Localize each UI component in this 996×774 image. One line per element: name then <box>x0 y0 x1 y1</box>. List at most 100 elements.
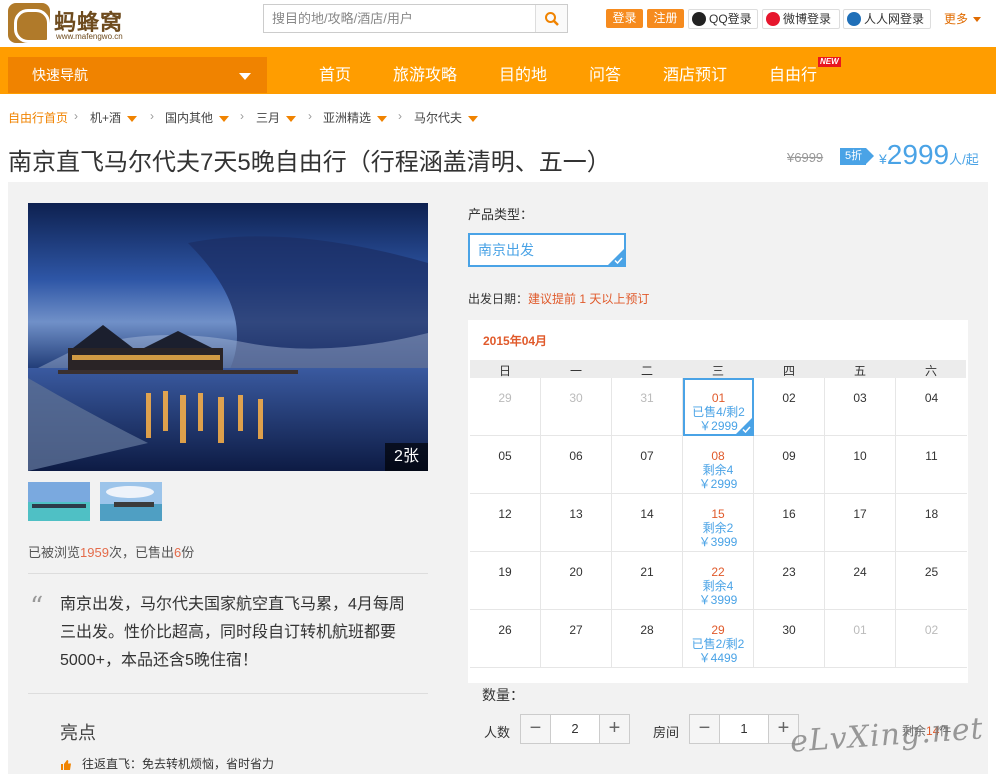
original-price: ¥6999 <box>787 150 824 165</box>
breadcrumb-domestic-other[interactable]: 国内其他 <box>165 109 230 126</box>
day-price: ￥3999 <box>698 593 738 607</box>
breadcrumb-flight-hotel[interactable]: 机+酒 <box>90 109 138 126</box>
calendar-day: 05 <box>470 436 541 494</box>
quick-nav-dropdown[interactable]: 快速导航 <box>8 57 267 93</box>
thumbnail-image <box>28 482 90 521</box>
day-price: ￥4499 <box>698 651 738 665</box>
breadcrumb-march[interactable]: 三月 <box>256 109 297 126</box>
site-logo[interactable]: 蚂蜂窝 www.mafengwo.cn <box>8 3 133 43</box>
rooms-decrease-button[interactable]: − <box>690 715 720 743</box>
photo-count-badge[interactable]: 2张 <box>385 443 428 471</box>
day-number: 04 <box>924 391 939 405</box>
product-title: 南京直飞马尔代夫7天5晚自由行（行程涵盖清明、五一） <box>8 149 611 176</box>
day-availability: 已售2/剩2 <box>691 637 745 651</box>
calendar-day: 26 <box>470 610 541 668</box>
day-number: 28 <box>640 623 654 637</box>
search-button[interactable] <box>535 5 567 32</box>
weekday-label: 六 <box>924 364 937 378</box>
calendar-day-available[interactable]: 29 已售2/剩2 ￥4499 <box>683 610 754 668</box>
price-currency: ¥ <box>879 151 887 167</box>
login-button[interactable]: 登录 <box>606 9 643 28</box>
calendar-day-available[interactable]: 01 已售4/剩2 ￥2999 <box>683 378 754 436</box>
nav-item-free-travel[interactable]: 自由行 <box>769 61 817 85</box>
register-button[interactable]: 注册 <box>647 9 684 28</box>
product-type-option-nanjing[interactable]: 南京出发 <box>468 233 626 267</box>
product-description: 南京出发，马尔代夫国家航空直飞马累，4月每周三出发。性价比超高，同时段自订转机航… <box>60 596 405 669</box>
product-panel: 2张 已被浏览1959次，已售出6份 “ 南京出发，马尔代夫国家航空直飞马累，4… <box>8 182 988 774</box>
nav-item-guides[interactable]: 旅游攻略 <box>393 61 457 85</box>
breadcrumb-asia-picks[interactable]: 亚洲精选 <box>323 109 388 126</box>
calendar-day: 30 <box>541 378 612 436</box>
day-availability: 已售4/剩2 <box>692 405 745 419</box>
renren-login-button[interactable]: 人人网登录 <box>843 9 931 29</box>
calendar-day-available[interactable]: 15 剩余2 ￥3999 <box>683 494 754 552</box>
thumbnail-2[interactable] <box>100 482 162 521</box>
rooms-stepper: − 1 + <box>689 714 799 744</box>
view-sales-stats: 已被浏览1959次，已售出6份 <box>28 542 194 561</box>
calendar-day: 24 <box>825 552 896 610</box>
search-icon <box>545 12 559 26</box>
view-count: 1959 <box>80 545 109 560</box>
stats-text: 已被浏览 <box>28 545 81 560</box>
day-number: 18 <box>924 507 939 521</box>
weekday-label: 四 <box>782 364 795 378</box>
calendar-day: 12 <box>470 494 541 552</box>
day-number: 26 <box>498 623 512 637</box>
calendar-day: 02 <box>754 378 825 436</box>
calendar-day-available[interactable]: 08 剩余4 ￥2999 <box>683 436 754 494</box>
thumbnail-image <box>100 482 162 521</box>
quantity-label: 数量： <box>482 687 524 703</box>
day-number: 13 <box>569 507 583 521</box>
more-menu[interactable]: 更多 <box>944 10 981 27</box>
logo-url: www.mafengwo.cn <box>56 32 123 41</box>
calendar-grid: 29 30 31 01 已售4/剩2 ￥2999 02 03 04 05 06 07 08 剩余4 ￥299… <box>470 378 967 668</box>
search-input[interactable] <box>264 5 536 32</box>
day-number: 02 <box>924 623 939 637</box>
qq-login-button[interactable]: QQ登录 <box>688 9 758 29</box>
calendar-day: 11 <box>896 436 967 494</box>
nav-item-home[interactable]: 首页 <box>319 61 351 85</box>
qq-icon <box>692 12 706 26</box>
nav-item-qa[interactable]: 问答 <box>589 61 621 85</box>
day-availability: 剩余4 <box>702 463 734 477</box>
breadcrumb-separator: › <box>150 109 154 123</box>
new-badge: NEW <box>818 57 841 67</box>
day-availability: 剩余4 <box>702 579 734 593</box>
departure-date-row: 出发日期：建议提前 1 天以上预订 <box>468 290 649 307</box>
check-icon <box>736 418 752 434</box>
breadcrumb-free-travel-home[interactable]: 自由行首页 <box>8 109 68 126</box>
calendar-day: 13 <box>541 494 612 552</box>
quick-nav-label: 快速导航 <box>32 67 88 83</box>
main-photo[interactable]: 2张 <box>28 203 428 471</box>
day-number: 27 <box>569 623 583 637</box>
nav-item-hotels[interactable]: 酒店预订 <box>663 61 727 85</box>
breadcrumb-maldives[interactable]: 马尔代夫 <box>414 109 479 126</box>
thumbnail-1[interactable] <box>28 482 90 521</box>
product-type-value: 南京出发 <box>478 242 534 258</box>
persons-increase-button[interactable]: + <box>599 715 629 743</box>
caret-down-icon <box>219 115 230 122</box>
day-number: 01 <box>711 391 726 405</box>
top-bar: 蚂蜂窝 www.mafengwo.cn 登录 注册 QQ登录 微博登录 人人网登… <box>0 0 996 44</box>
nav-item-destinations[interactable]: 目的地 <box>499 61 547 85</box>
weekday-label: 日 <box>498 364 511 378</box>
rooms-label: 房间 <box>653 725 680 740</box>
day-number: 11 <box>925 449 938 463</box>
breadcrumb-label: 亚洲精选 <box>323 111 372 125</box>
persons-value[interactable]: 2 <box>551 715 599 743</box>
weekday-label: 三 <box>711 364 724 378</box>
rooms-value[interactable]: 1 <box>720 715 768 743</box>
weibo-login-label: 微博登录 <box>783 12 832 26</box>
calendar-day: 06 <box>541 436 612 494</box>
calendar-day: 03 <box>825 378 896 436</box>
calendar-weekday-header: 日 一 二 三 四 五 六 <box>470 360 966 378</box>
weekday-label: 五 <box>853 364 866 378</box>
day-number: 20 <box>569 565 583 579</box>
weibo-login-button[interactable]: 微博登录 <box>762 9 840 29</box>
day-price: ￥2999 <box>698 477 738 491</box>
calendar-day-available[interactable]: 22 剩余4 ￥3999 <box>683 552 754 610</box>
day-number: 25 <box>924 565 939 579</box>
calendar-day: 18 <box>896 494 967 552</box>
calendar-day: 27 <box>541 610 612 668</box>
persons-decrease-button[interactable]: − <box>521 715 551 743</box>
